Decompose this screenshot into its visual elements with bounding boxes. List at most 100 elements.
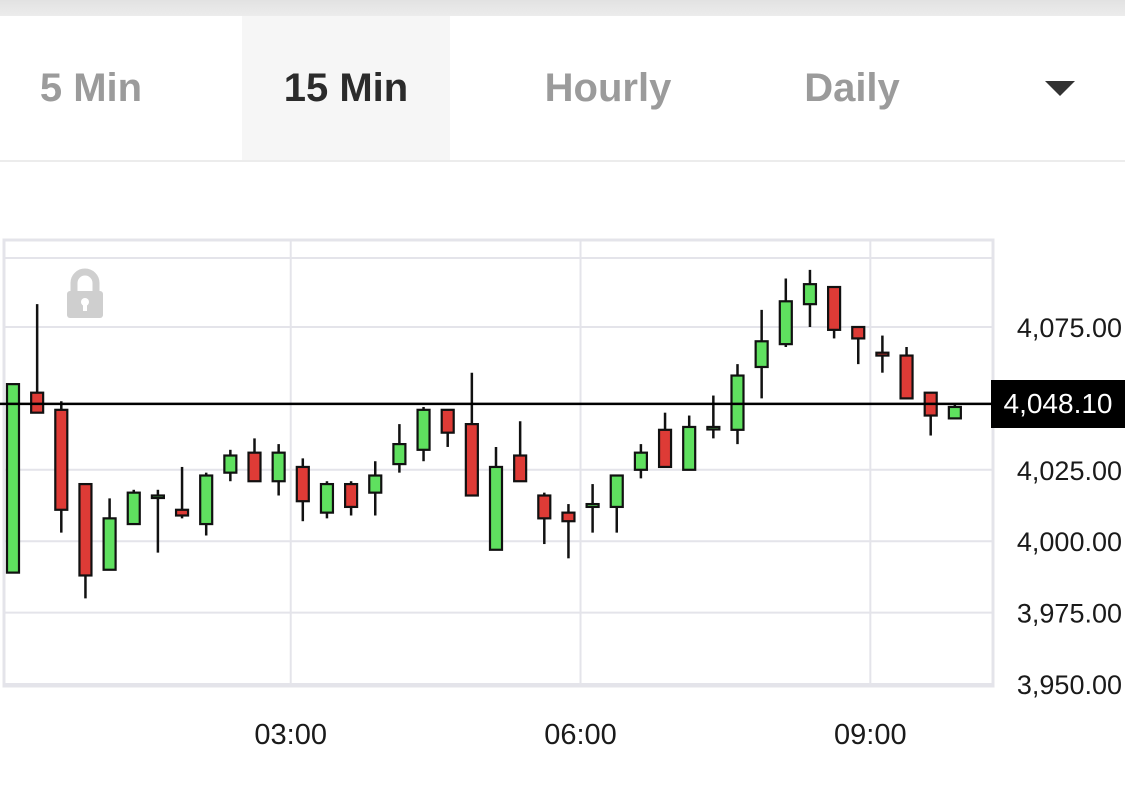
x-tick-label: 09:00 xyxy=(834,719,907,751)
candle[interactable] xyxy=(102,498,117,571)
tab-15-min[interactable]: 15 Min xyxy=(242,16,450,160)
lock-icon xyxy=(67,268,103,318)
candle[interactable] xyxy=(682,415,697,471)
candle[interactable] xyxy=(126,489,141,526)
current-price-badge: 4,048.10 xyxy=(991,379,1125,428)
candle-body-down xyxy=(78,482,93,577)
candle[interactable] xyxy=(440,408,455,447)
chevron-down-icon xyxy=(1045,80,1075,96)
candle-body-up xyxy=(802,283,818,306)
candle-body-up xyxy=(319,482,335,514)
candle-body-up xyxy=(947,405,962,420)
candle-body-up xyxy=(416,408,431,451)
candle-body-up xyxy=(150,494,165,500)
candle[interactable] xyxy=(30,304,45,414)
candle-body-up xyxy=(223,454,238,474)
candle-body-down xyxy=(344,482,359,509)
x-axis-labels: 03:00 06:00 09:00 xyxy=(254,719,906,751)
candle[interactable] xyxy=(923,391,938,436)
candle[interactable] xyxy=(851,325,866,365)
candles-layer xyxy=(5,269,962,599)
candle[interactable] xyxy=(174,466,190,519)
candle[interactable] xyxy=(754,309,769,399)
y-tick-label: 4,000.00 xyxy=(1017,527,1122,557)
candle[interactable] xyxy=(899,346,914,400)
candle[interactable] xyxy=(561,504,576,559)
chart-canvas: 4,075.00 4,025.00 4,000.00 3,975.00 3,950.00… xyxy=(0,238,1122,751)
candle-body-down xyxy=(440,408,455,434)
y-axis-labels: 4,075.00 4,025.00 4,000.00 3,975.00 3,950.00 xyxy=(1017,313,1122,700)
candle-body-up xyxy=(609,474,624,509)
tab-5-min[interactable]: 5 Min xyxy=(0,16,182,160)
candle[interactable] xyxy=(150,489,165,553)
y-tick-label: 3,950.00 xyxy=(1017,670,1122,700)
candle[interactable] xyxy=(875,335,890,373)
candle[interactable] xyxy=(5,383,21,574)
candle[interactable] xyxy=(488,446,504,551)
interval-dropdown-button[interactable] xyxy=(1020,16,1100,160)
candle-body-up xyxy=(102,517,117,571)
candle[interactable] xyxy=(513,421,528,483)
candle[interactable] xyxy=(657,412,673,469)
candle-body-up xyxy=(368,474,383,494)
candle-body-up xyxy=(754,340,769,369)
candle-body-down xyxy=(826,285,842,331)
candle[interactable] xyxy=(826,285,842,339)
candle[interactable] xyxy=(223,449,238,482)
candle[interactable] xyxy=(585,484,600,533)
y-tick-label: 4,025.00 xyxy=(1017,456,1122,486)
candle-body-down xyxy=(657,428,673,469)
candle-body-down xyxy=(247,451,262,483)
candle[interactable] xyxy=(416,406,431,462)
candle[interactable] xyxy=(778,278,793,347)
candle-body-up xyxy=(488,465,504,551)
candle-body-down xyxy=(875,351,890,357)
candle[interactable] xyxy=(319,481,335,519)
interval-tabs: 5 Min 15 Min Hourly Daily xyxy=(0,16,1125,162)
candle-body-down xyxy=(54,408,69,511)
candle-body-up xyxy=(199,474,214,526)
candle[interactable] xyxy=(78,482,93,599)
candle-body-down xyxy=(464,423,479,497)
candle-body-down xyxy=(561,511,576,523)
candle-body-up xyxy=(392,442,407,466)
candle-body-up xyxy=(585,502,600,509)
candle-body-up xyxy=(778,300,793,346)
candle[interactable] xyxy=(54,401,69,533)
tab-daily[interactable]: Daily xyxy=(768,16,936,160)
candle-body-up xyxy=(706,425,721,431)
candle-body-down xyxy=(295,465,310,503)
chart-grid xyxy=(2,238,995,688)
candle[interactable] xyxy=(344,481,359,516)
y-tick-label: 4,075.00 xyxy=(1017,313,1122,343)
candle-body-down xyxy=(513,454,528,483)
candle[interactable] xyxy=(295,458,310,522)
x-tick-label: 03:00 xyxy=(254,719,327,751)
x-tick-label: 06:00 xyxy=(544,719,617,751)
y-tick-label: 3,975.00 xyxy=(1017,599,1122,629)
candle-body-up xyxy=(633,451,649,471)
candlestick-chart[interactable]: 4,075.00 4,025.00 4,000.00 3,975.00 3,950.00… xyxy=(0,162,1125,791)
candle[interactable] xyxy=(537,492,552,545)
candle-body-up xyxy=(126,491,141,526)
candle[interactable] xyxy=(947,404,962,420)
tab-hourly[interactable]: Hourly xyxy=(508,16,708,160)
candle-body-up xyxy=(682,425,697,471)
candle[interactable] xyxy=(392,424,407,473)
candle[interactable] xyxy=(247,438,262,483)
candle[interactable] xyxy=(199,472,214,536)
candle[interactable] xyxy=(633,444,649,479)
candle-body-down xyxy=(899,354,914,400)
plot-frame xyxy=(2,238,995,688)
candle-body-up xyxy=(5,383,21,574)
status-strip xyxy=(0,0,1125,16)
candle[interactable] xyxy=(609,474,624,533)
candle-body-down xyxy=(174,508,190,517)
candle-body-up xyxy=(271,451,286,483)
candle[interactable] xyxy=(464,372,479,497)
candle[interactable] xyxy=(706,395,721,439)
candle-body-down xyxy=(851,325,866,340)
candle-body-down xyxy=(537,494,552,520)
candle[interactable] xyxy=(271,444,286,496)
candle[interactable] xyxy=(802,269,818,327)
